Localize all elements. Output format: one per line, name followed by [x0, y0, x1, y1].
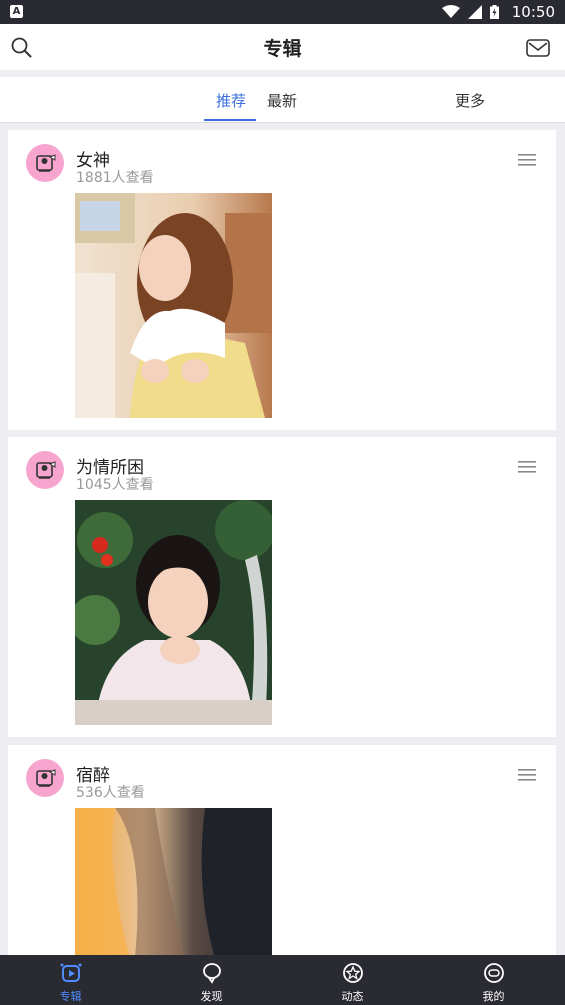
user-avatar-icon — [36, 154, 56, 172]
nav-label: 专辑 — [59, 990, 82, 1003]
top-app-bar: 专辑 — [0, 24, 565, 70]
wifi-icon — [441, 5, 460, 18]
clock: 10:50 — [511, 3, 555, 21]
menu-icon[interactable] — [518, 461, 536, 473]
view-count: 1881人查看 — [76, 170, 154, 186]
battery-icon — [490, 5, 499, 19]
avatar[interactable] — [26, 451, 64, 489]
nav-album[interactable]: 专辑 — [0, 955, 141, 1005]
avatar[interactable] — [26, 759, 64, 797]
star-badge-icon — [343, 963, 363, 983]
user-avatar-icon — [36, 461, 56, 479]
album-card[interactable]: 为情所困 1045人查看 — [8, 437, 556, 737]
album-cover-image[interactable] — [75, 500, 272, 725]
user-avatar-icon — [36, 769, 56, 787]
view-count: 536人查看 — [76, 785, 145, 801]
app-notification-icon: A — [10, 5, 23, 18]
profile-face-icon — [484, 963, 504, 983]
discover-bubble-icon — [203, 963, 221, 984]
bottom-navigation: 专辑 发现 动态 我的 — [0, 955, 565, 1005]
album-cover-image[interactable] — [75, 808, 272, 958]
cell-signal-icon — [467, 5, 482, 19]
status-bar: A 10:50 — [0, 0, 565, 24]
nav-discover[interactable]: 发现 — [141, 955, 282, 1005]
nav-label: 发现 — [200, 990, 223, 1003]
nav-label: 动态 — [341, 990, 364, 1003]
album-cover-image[interactable] — [75, 193, 272, 418]
active-tab-indicator — [204, 119, 256, 121]
view-count: 1045人查看 — [76, 477, 154, 493]
mail-icon[interactable] — [526, 38, 550, 58]
album-card[interactable]: 宿醉 536人查看 — [8, 745, 556, 960]
nav-activity[interactable]: 动态 — [282, 955, 423, 1005]
system-icons — [439, 5, 499, 19]
tab-recommended[interactable]: 推荐 — [216, 90, 246, 111]
tab-bar: 推荐 最新 更多 — [0, 77, 565, 123]
nav-profile[interactable]: 我的 — [423, 955, 564, 1005]
avatar[interactable] — [26, 144, 64, 182]
album-card[interactable]: 女神 1881人查看 — [8, 130, 556, 430]
nav-label: 我的 — [482, 990, 505, 1003]
tab-latest[interactable]: 最新 — [267, 90, 297, 111]
menu-icon[interactable] — [518, 154, 536, 166]
page-title: 专辑 — [263, 38, 302, 60]
menu-icon[interactable] — [518, 769, 536, 781]
tab-more[interactable]: 更多 — [455, 90, 485, 111]
album-play-icon — [60, 963, 82, 982]
